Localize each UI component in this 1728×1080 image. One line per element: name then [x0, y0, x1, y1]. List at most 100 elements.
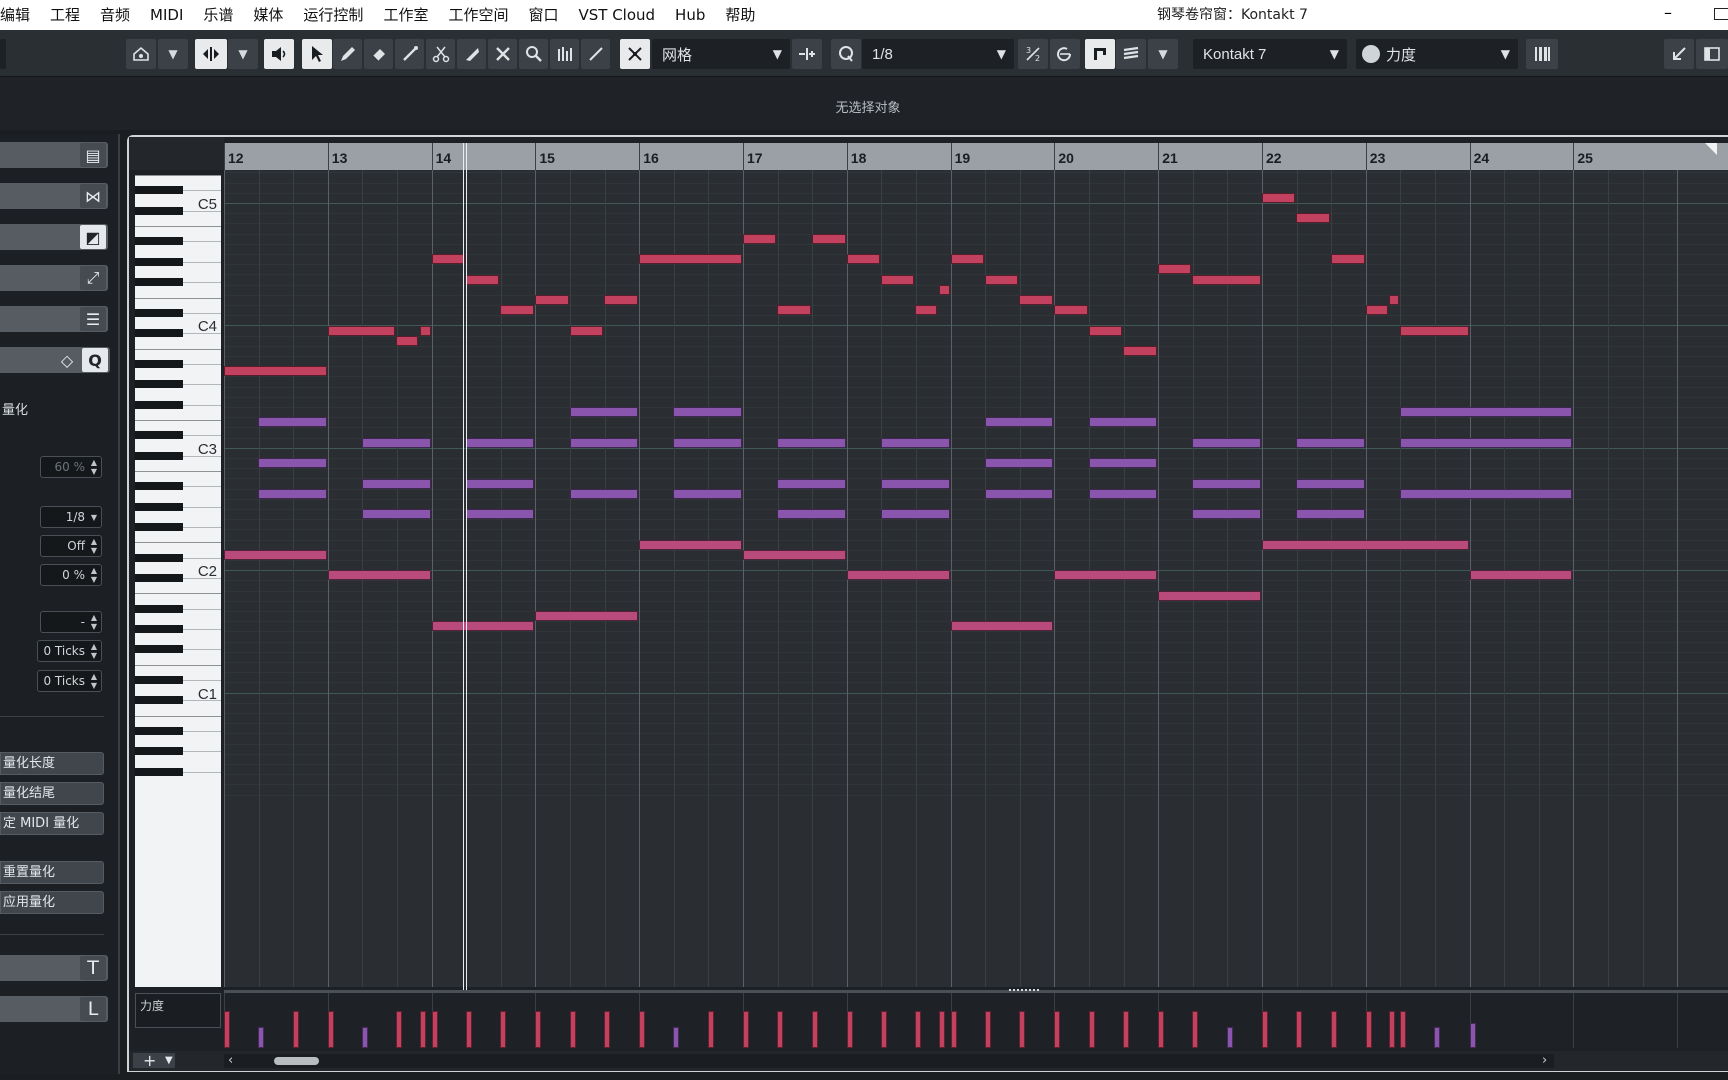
black-key[interactable] [135, 676, 183, 684]
black-key[interactable] [135, 278, 183, 287]
menu-item[interactable]: VST Cloud [568, 0, 665, 30]
velocity-bar[interactable] [1365, 1011, 1372, 1048]
non-quantize-field[interactable]: 0 Ticks ▲ ▼ [37, 670, 102, 692]
midi-note[interactable] [1296, 478, 1365, 489]
snap-icon[interactable] [620, 39, 650, 69]
quantize-ends-button[interactable]: 量化结尾 [0, 782, 104, 805]
velocity-bar[interactable] [327, 1011, 334, 1048]
black-key[interactable] [135, 359, 183, 368]
velocity-bar[interactable] [846, 1011, 853, 1048]
auto-scroll-icon[interactable] [195, 39, 227, 69]
black-key[interactable] [135, 257, 183, 266]
midi-note[interactable] [939, 284, 950, 295]
menu-item[interactable]: 音频 [90, 0, 140, 30]
black-key[interactable] [135, 727, 183, 735]
freeze-midi-quantize-button[interactable]: 定 MIDI 量化 [0, 812, 104, 835]
menu-item[interactable]: 媒体 [243, 0, 293, 30]
black-key[interactable] [135, 747, 183, 756]
midi-note[interactable] [535, 611, 639, 622]
midi-note[interactable] [1296, 437, 1365, 448]
playhead-cursor[interactable] [462, 143, 467, 1013]
midi-note[interactable] [362, 509, 431, 520]
menu-item[interactable]: Hub [665, 0, 715, 30]
midi-note[interactable] [846, 570, 950, 581]
velocity-bar[interactable] [535, 1011, 542, 1048]
midi-note[interactable] [465, 478, 535, 489]
midi-note[interactable] [1400, 437, 1573, 448]
midi-note[interactable] [1158, 590, 1261, 601]
minimize-button[interactable]: – [1664, 0, 1672, 26]
black-key[interactable] [135, 502, 183, 511]
midi-note[interactable] [396, 335, 419, 346]
velocity-bar[interactable] [362, 1027, 369, 1048]
midi-note[interactable] [465, 509, 535, 520]
midi-note[interactable] [431, 254, 465, 265]
velocity-bar[interactable] [1019, 1011, 1026, 1048]
inspector-quantize-header[interactable]: ◇ Q [0, 347, 110, 373]
midi-note[interactable] [881, 478, 950, 489]
scroll-left-icon[interactable]: ‹ [228, 1053, 233, 1068]
midi-note[interactable] [639, 539, 742, 550]
midi-note[interactable] [811, 233, 846, 244]
velocity-bar[interactable] [915, 1011, 922, 1048]
midi-note[interactable] [569, 437, 639, 448]
layers-icon[interactable] [1116, 39, 1146, 69]
tuplet-field[interactable]: - ▲ ▼ [40, 611, 102, 633]
instrument-select[interactable]: Kontakt 7 ▼ [1193, 39, 1347, 69]
velocity-bar[interactable] [1469, 1022, 1476, 1048]
velocity-bar[interactable] [777, 1011, 784, 1048]
midi-note[interactable] [846, 254, 881, 265]
midi-note[interactable] [327, 325, 396, 336]
midi-note[interactable] [224, 550, 327, 560]
midi-note[interactable] [984, 488, 1054, 499]
velocity-bar[interactable] [743, 1011, 749, 1048]
draw-tool-icon[interactable] [333, 39, 362, 69]
menu-item[interactable]: 窗口 [518, 0, 568, 30]
midi-note[interactable] [1122, 346, 1158, 356]
black-key[interactable] [135, 553, 183, 562]
velocity-bar[interactable] [939, 1011, 946, 1048]
velocity-bar[interactable] [1054, 1011, 1061, 1048]
midi-note[interactable] [1296, 213, 1330, 224]
velocity-bar[interactable] [1226, 1027, 1233, 1048]
collapse-icon[interactable] [1664, 39, 1694, 69]
midi-note[interactable] [915, 305, 938, 316]
midi-note[interactable] [1330, 254, 1365, 265]
midi-note[interactable] [1019, 295, 1054, 305]
velocity-bar[interactable] [950, 1011, 957, 1048]
velocity-lane-header[interactable]: 力度 [135, 993, 221, 1028]
midi-note[interactable] [500, 305, 535, 316]
piano-keyboard[interactable]: C6C5C4C3C2C1 [135, 175, 221, 987]
menu-item[interactable]: 工作空间 [438, 0, 518, 30]
menu-item[interactable]: 工程 [40, 0, 90, 30]
black-key[interactable] [135, 625, 183, 633]
midi-note[interactable] [881, 509, 950, 520]
velocity-bar[interactable] [1158, 1011, 1165, 1048]
velocity-bar[interactable] [1388, 1011, 1395, 1048]
midi-note[interactable] [569, 325, 603, 336]
maximize-button[interactable] [1714, 8, 1728, 20]
velocity-bar[interactable] [707, 1011, 714, 1048]
acoustic-feedback-icon[interactable] [1526, 39, 1558, 69]
menu-item[interactable]: 编辑 [0, 0, 40, 30]
midi-note[interactable] [258, 488, 327, 499]
velocity-bar[interactable] [603, 1011, 610, 1048]
midi-note[interactable] [673, 488, 742, 499]
swing-percent-field[interactable]: 0 % ▲ ▼ [40, 564, 102, 586]
catch-range-field[interactable]: 0 Ticks ▲ ▼ [37, 640, 102, 662]
black-key[interactable] [135, 206, 183, 215]
black-key[interactable] [135, 482, 183, 491]
midi-note[interactable] [984, 417, 1054, 428]
quantize-grid-select[interactable]: 1/8 ▼ [40, 506, 102, 528]
midi-note[interactable] [950, 621, 1054, 632]
midi-note[interactable] [639, 254, 742, 265]
velocity-bar[interactable] [881, 1011, 888, 1048]
midi-note[interactable] [1388, 295, 1400, 305]
midi-note[interactable] [1400, 325, 1469, 336]
inspector-text-section[interactable]: T [0, 955, 108, 981]
velocity-bar[interactable] [224, 1011, 230, 1048]
black-key[interactable] [135, 767, 183, 776]
velocity-bar[interactable] [420, 1011, 427, 1048]
quantize-setup-icon[interactable] [1050, 39, 1080, 69]
midi-note[interactable] [420, 325, 431, 336]
